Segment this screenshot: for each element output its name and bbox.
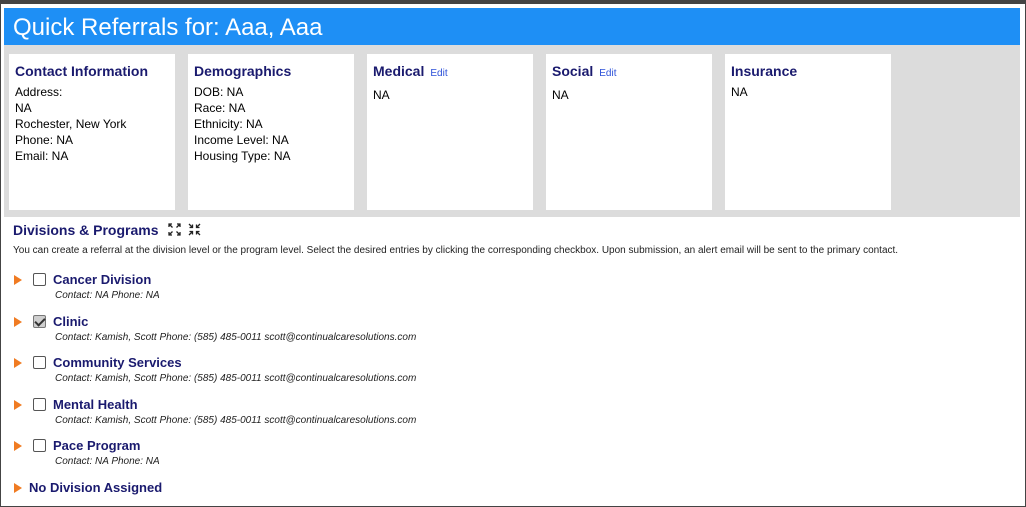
division-name[interactable]: No Division Assigned [29, 480, 162, 495]
page-title: Quick Referrals for: Aaa, Aaa [4, 8, 1020, 45]
card-title: Social [552, 63, 594, 79]
section-title: Divisions & Programs [13, 222, 159, 238]
division-checkbox[interactable] [33, 439, 46, 452]
division-contact: Contact: Kamish, Scott Phone: (585) 485-… [55, 332, 417, 343]
division-checkbox[interactable] [33, 398, 46, 411]
division-contact: Contact: NA Phone: NA [55, 456, 160, 467]
card-title-row: Medical Edit [373, 63, 527, 82]
card-line: Income Level: NA [194, 133, 289, 147]
divisions-section-header: Divisions & Programs [13, 222, 201, 238]
card-line: Address: [15, 85, 63, 99]
contact-information-card: Contact Information Address: NA Rocheste… [9, 54, 175, 210]
card-line: NA [373, 88, 390, 102]
card-line: NA [731, 85, 748, 99]
social-edit-link[interactable]: Edit [599, 68, 616, 79]
division-name[interactable]: Clinic [53, 314, 88, 329]
division-name[interactable]: Cancer Division [53, 272, 151, 287]
card-line: Phone: NA [15, 133, 74, 147]
card-line: Email: NA [15, 149, 69, 163]
card-line: Rochester, New York [15, 117, 127, 131]
demographics-card: Demographics DOB: NA Race: NA Ethnicity:… [188, 54, 354, 210]
division-contact: Contact: Kamish, Scott Phone: (585) 485-… [55, 373, 417, 384]
collapse-all-icon[interactable] [188, 223, 201, 236]
card-line: DOB: NA [194, 85, 244, 99]
division-name[interactable]: Mental Health [53, 397, 138, 412]
social-card: Social Edit NA [546, 54, 712, 210]
division-name[interactable]: Community Services [53, 355, 182, 370]
expand-arrow-icon[interactable] [14, 317, 22, 327]
client-info-band: Contact Information Address: NA Rocheste… [4, 45, 1020, 217]
card-line: Housing Type: NA [194, 149, 291, 163]
division-name[interactable]: Pace Program [53, 438, 140, 453]
expand-arrow-icon[interactable] [14, 358, 22, 368]
expand-arrow-icon[interactable] [14, 275, 22, 285]
medical-edit-link[interactable]: Edit [430, 68, 447, 79]
expand-all-icon[interactable] [168, 223, 182, 236]
expand-arrow-icon[interactable] [14, 400, 22, 410]
card-title: Demographics [194, 63, 292, 79]
division-checkbox[interactable] [33, 273, 46, 286]
expand-arrow-icon[interactable] [14, 483, 22, 493]
medical-card: Medical Edit NA [367, 54, 533, 210]
card-title: Insurance [731, 63, 798, 79]
section-description: You can create a referral at the divisio… [13, 245, 899, 256]
division-contact: Contact: Kamish, Scott Phone: (585) 485-… [55, 415, 417, 426]
card-title-row: Social Edit [552, 63, 706, 82]
card-line: NA [552, 88, 569, 102]
card-line: Race: NA [194, 101, 246, 115]
card-title: Contact Information [15, 63, 148, 79]
card-line: NA [15, 101, 32, 115]
expand-arrow-icon[interactable] [14, 441, 22, 451]
insurance-card: Insurance NA [725, 54, 891, 210]
card-title: Medical [373, 63, 425, 79]
division-checkbox[interactable] [33, 356, 46, 369]
division-checkbox[interactable] [33, 315, 46, 328]
card-line: Ethnicity: NA [194, 117, 263, 131]
division-contact: Contact: NA Phone: NA [55, 290, 160, 301]
